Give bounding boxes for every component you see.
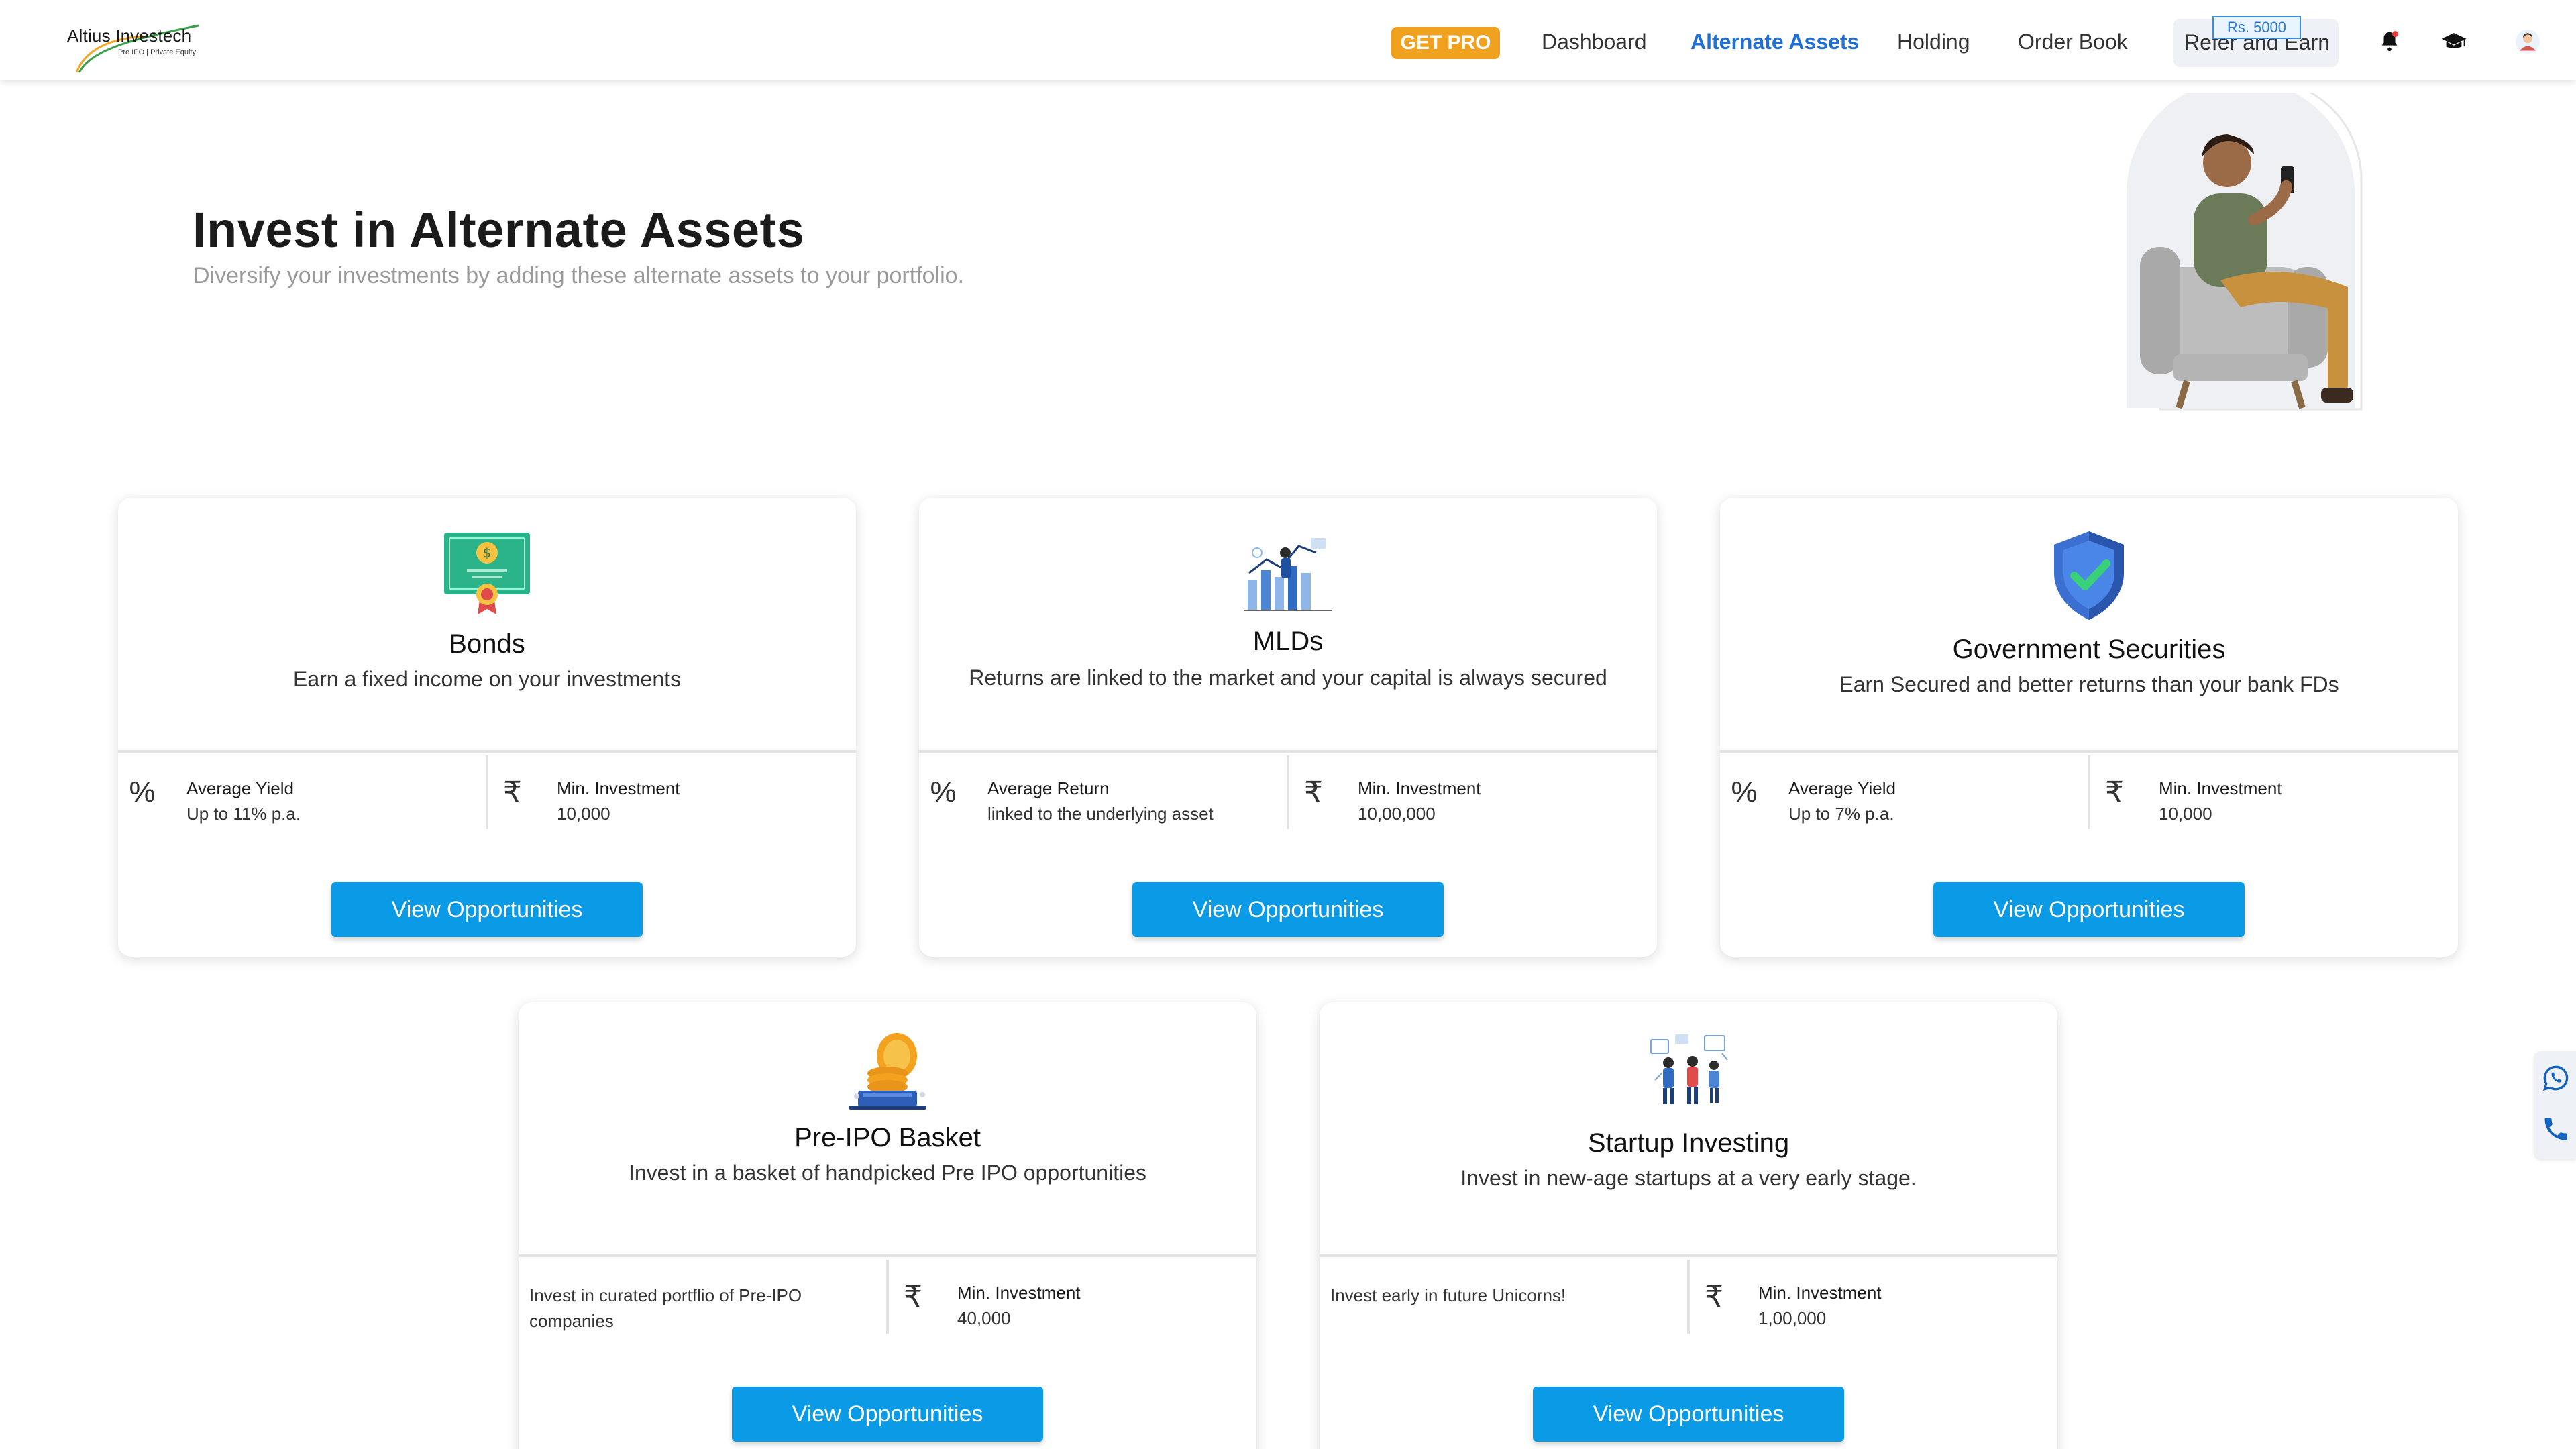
- card-description: Returns are linked to the market and you…: [969, 665, 1607, 690]
- card-description: Invest in new-age startups at a very ear…: [1460, 1166, 1917, 1190]
- card-title: MLDs: [1252, 627, 1324, 656]
- asset-card-pre-ipo-basket: Pre-IPO Basket Invest in a basket of han…: [519, 1002, 1256, 1449]
- view-opportunities-button[interactable]: View Opportunities: [732, 1387, 1043, 1442]
- view-opportunities-button[interactable]: View Opportunities: [331, 882, 643, 937]
- view-opportunities-button[interactable]: View Opportunities: [1533, 1387, 1844, 1442]
- percent-icon: %: [930, 775, 957, 808]
- stat-label: Min. Investment: [1358, 778, 1481, 798]
- stat-min-investment: ₹ Min. Investment 10,00,000: [1289, 755, 1657, 829]
- bond-certificate-icon: $: [444, 533, 530, 614]
- card-description: Earn Secured and better returns than you…: [1839, 672, 2339, 696]
- top-navbar: Altius Investech Pre IPO | Private Equit…: [0, 0, 2576, 80]
- get-pro-button[interactable]: GET PRO: [1391, 27, 1500, 59]
- rupee-icon: ₹: [503, 776, 522, 809]
- stat-note-curated: Invest in curated portflio of Pre-IPO co…: [519, 1260, 886, 1334]
- card-header: $ Bonds Earn a fixed income on your inve…: [118, 498, 856, 753]
- view-opportunities-button[interactable]: View Opportunities: [1933, 882, 2245, 937]
- asset-card-startup-investing: Startup Investing Invest in new-age star…: [1320, 1002, 2057, 1449]
- shield-check-icon: [2054, 531, 2124, 620]
- whatsapp-icon[interactable]: [2542, 1065, 2569, 1091]
- card-header: Government Securities Earn Secured and b…: [1720, 498, 2458, 753]
- stat-average-return: % Average Return linked to the underlyin…: [919, 755, 1287, 829]
- stat-min-investment: ₹ Min. Investment 10,000: [488, 755, 856, 829]
- stat-label: Average Yield: [1788, 778, 1896, 798]
- market-chart-icon: [1244, 538, 1332, 611]
- floating-contact-bar: [2534, 1051, 2576, 1159]
- stat-value: 10,000: [2159, 804, 2212, 824]
- nav-order-book[interactable]: Order Book: [2018, 30, 2128, 54]
- page-title: Invest in Alternate Assets: [193, 202, 805, 258]
- card-header: Pre-IPO Basket Invest in a basket of han…: [519, 1002, 1256, 1257]
- phone-icon[interactable]: [2541, 1114, 2571, 1144]
- user-avatar-icon[interactable]: [2513, 27, 2542, 56]
- hero-person-illustration: [2127, 93, 2363, 411]
- stat-value: 1,00,000: [1758, 1308, 1827, 1328]
- svg-text:$: $: [483, 545, 492, 561]
- stat-note-unicorns: Invest early in future Unicorns!: [1320, 1260, 1687, 1334]
- card-header: MLDs Returns are linked to the market an…: [919, 498, 1657, 753]
- graduation-cap-icon[interactable]: [2439, 27, 2469, 56]
- nav-holding[interactable]: Holding: [1897, 30, 1970, 54]
- view-opportunities-button[interactable]: View Opportunities: [1132, 882, 1444, 937]
- card-title: Startup Investing: [1587, 1128, 1790, 1158]
- card-header: Startup Investing Invest in new-age star…: [1320, 1002, 2057, 1257]
- stat-label: Min. Investment: [2159, 778, 2282, 798]
- stat-value: 10,00,000: [1358, 804, 1436, 824]
- stat-min-investment: ₹ Min. Investment 40,000: [889, 1260, 1256, 1334]
- asset-card-government-securities: Government Securities Earn Secured and b…: [1720, 498, 2458, 957]
- stat-min-investment: ₹ Min. Investment 1,00,000: [1690, 1260, 2057, 1334]
- stat-value: 40,000: [957, 1308, 1011, 1328]
- stat-label: Average Return: [987, 778, 1110, 798]
- card-title: Pre-IPO Basket: [794, 1123, 981, 1152]
- asset-card-bonds: $ Bonds Earn a fixed income on your inve…: [118, 498, 856, 957]
- coin-basket-icon: [849, 1033, 926, 1110]
- stat-average-yield: % Average Yield Up to 11% p.a.: [118, 755, 486, 829]
- percent-icon: %: [129, 775, 156, 808]
- refer-and-earn-button[interactable]: Refer and Earn Rs. 5000: [2174, 16, 2339, 67]
- stat-label: Min. Investment: [1758, 1283, 1882, 1303]
- brand-logo[interactable]: Altius Investech Pre IPO | Private Equit…: [64, 19, 212, 79]
- stat-value: linked to the underlying asset: [987, 804, 1214, 824]
- nav-alternate-assets[interactable]: Alternate Assets: [1690, 30, 1859, 54]
- stat-value: Up to 11% p.a.: [186, 804, 301, 824]
- logo-title: Altius Investech: [67, 25, 192, 46]
- card-title: Bonds: [449, 629, 525, 659]
- stat-value: Up to 7% p.a.: [1788, 804, 1894, 824]
- rupee-icon: ₹: [2105, 776, 2124, 809]
- stat-label: Average Yield: [186, 778, 294, 798]
- card-description: Earn a fixed income on your investments: [292, 667, 682, 691]
- stat-note: Invest early in future Unicorns!: [1330, 1285, 1566, 1305]
- stat-label: Min. Investment: [957, 1283, 1081, 1303]
- stat-average-yield: % Average Yield Up to 7% p.a.: [1720, 755, 2088, 829]
- stat-value: 10,000: [557, 804, 610, 824]
- rupee-icon: ₹: [1304, 776, 1323, 809]
- rupee-icon: ₹: [904, 1281, 922, 1313]
- nav-dashboard[interactable]: Dashboard: [1542, 30, 1647, 54]
- asset-card-mlds: MLDs Returns are linked to the market an…: [919, 498, 1657, 957]
- bell-icon[interactable]: [2375, 27, 2404, 56]
- page-subtitle: Diversify your investments by adding the…: [193, 263, 965, 288]
- stat-note: Invest in curated portflio of Pre-IPO co…: [529, 1285, 802, 1331]
- percent-icon: %: [1731, 775, 1758, 808]
- stat-min-investment: ₹ Min. Investment 10,000: [2090, 755, 2458, 829]
- rupee-icon: ₹: [1705, 1281, 1723, 1313]
- refer-reward-badge: Rs. 5000: [2212, 16, 2301, 39]
- card-title: Government Securities: [1952, 635, 2226, 664]
- stat-label: Min. Investment: [557, 778, 680, 798]
- logo-subtitle: Pre IPO | Private Equity: [118, 48, 196, 56]
- startup-team-icon: [1650, 1034, 1728, 1104]
- card-description: Invest in a basket of handpicked Pre IPO…: [628, 1161, 1146, 1185]
